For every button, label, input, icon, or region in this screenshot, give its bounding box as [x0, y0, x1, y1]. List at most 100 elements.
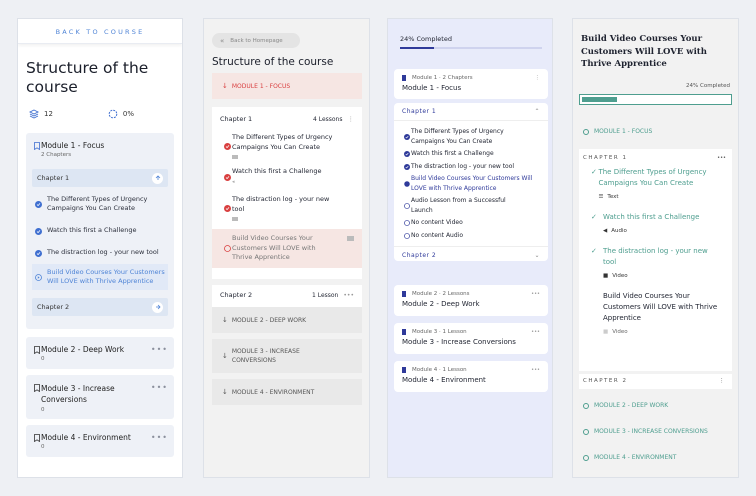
bookmark-icon [402, 75, 406, 81]
lesson-title: The distraction log - your new tool [603, 247, 708, 266]
progress-bar [400, 47, 542, 49]
more-icon[interactable]: ••• [717, 155, 726, 161]
lesson-item[interactable]: ✓ Watch this first a Challenge ◀ Audio [591, 212, 726, 237]
more-icon[interactable]: ••• [531, 291, 540, 297]
module-title: MODULE 1 - FOCUS [594, 128, 653, 135]
layers-icon [28, 109, 40, 119]
lesson-item[interactable]: ✓ The distraction log - your new tool ■ V… [591, 246, 726, 282]
lesson-item[interactable]: The distraction log - your new tool [402, 162, 540, 172]
more-vertical-icon[interactable]: ⋮ [719, 378, 726, 384]
collapse-arrow-icon[interactable] [152, 172, 163, 184]
lesson-item[interactable]: The distraction log - your new tool [222, 195, 354, 221]
more-icon[interactable]: ••• [151, 383, 168, 392]
audio-icon: ◀ [603, 228, 608, 234]
lesson-item[interactable]: Build Video Courses Your Customers Will … [603, 291, 726, 338]
chevron-up-icon[interactable]: ⌃ [534, 108, 540, 115]
module-3-row[interactable]: MODULE 3 - INCREASE CONVERSIONS [583, 428, 708, 435]
module-4-row[interactable]: MODULE 4 - ENVIRONMENT [583, 454, 676, 461]
chapter-label: CHAPTER 2 [583, 378, 628, 384]
chevron-down-icon[interactable]: ⌄ [534, 252, 540, 259]
module-2-row[interactable]: MODULE 2 - DEEP WORK [583, 402, 668, 409]
lesson-item[interactable]: The Different Types of Urgency Campaigns… [34, 195, 166, 213]
more-icon[interactable]: ••• [343, 292, 354, 299]
module-card-1[interactable]: Module 1 - Focus 2 Chapters Chapter 1 Th… [26, 133, 174, 329]
lesson-item[interactable]: The distraction log - your new tool [34, 248, 166, 257]
check-circle-icon [34, 196, 43, 213]
chapter-2-header[interactable]: Chapter 2 1 Lesson ••• [212, 285, 362, 299]
lesson-type: Audio [611, 228, 627, 234]
module-title: Module 3 - Increase Conversions [41, 384, 115, 404]
arrow-down-icon: ↓ [222, 82, 228, 90]
lesson-item[interactable]: Watch this first a Challenge [34, 226, 166, 235]
lesson-item[interactable]: Audio Lesson from a Successful Launch [402, 196, 540, 215]
module-subtitle: Module 2 · 2 Lessons [412, 291, 470, 297]
arrow-down-icon: ↓ [222, 352, 228, 360]
module-title: MODULE 3 - INCREASE CONVERSIONS [231, 348, 300, 364]
chapter-1-header[interactable]: Chapter 1 [32, 169, 168, 187]
chapter-1-header[interactable]: Chapter 1 4 Lessons ⋮ [212, 107, 362, 123]
back-to-course-link[interactable]: BACK TO COURSE [18, 19, 182, 44]
lesson-title: Watch this first a Challenge [47, 226, 137, 234]
lessons-count: 12 [44, 110, 53, 118]
module-card-2[interactable]: Module 2 - Deep Work ••• 0 [26, 337, 174, 369]
lesson-item-active[interactable]: Build Video Courses Your Customers Will … [212, 229, 362, 268]
progress-label: 24% Completed [686, 83, 730, 89]
module-1-row-active[interactable]: ↓ MODULE 1 - FOCUS [212, 73, 362, 99]
back-to-homepage-button[interactable]: « Back to Homepage [212, 33, 300, 48]
bookmark-icon [32, 345, 41, 354]
lesson-title: Watch this first a Challenge [411, 150, 494, 157]
text-icon: ☰ [598, 194, 604, 200]
chapter-2-header[interactable]: Chapter 2 [32, 298, 168, 316]
circle-icon [402, 232, 411, 241]
module-title: MODULE 4 - ENVIRONMENT [594, 454, 677, 461]
more-icon[interactable]: ••• [151, 345, 168, 354]
module-2-row[interactable]: ↓ MODULE 2 - DEEP WORK [212, 307, 362, 333]
page-title: Structure of the course [26, 59, 149, 96]
arrow-right-icon[interactable] [152, 301, 163, 313]
lesson-item[interactable]: Watch this first a Challenge [402, 149, 540, 159]
lesson-item[interactable]: ✓ The Different Types of Urgency Campaig… [591, 167, 726, 203]
lesson-item[interactable]: No content Video [402, 218, 540, 228]
more-icon[interactable]: ••• [151, 433, 168, 442]
more-icon[interactable]: ••• [531, 367, 540, 373]
module-4-card[interactable]: Module 4 · 1 Lesson ••• Module 4 - Envir… [394, 361, 548, 392]
module-subtitle: 2 Chapters [41, 152, 72, 158]
module-3-card[interactable]: Module 3 · 1 Lesson ••• Module 3 - Incre… [394, 323, 548, 354]
lesson-item-active[interactable]: Build Video Courses Your Customers Will … [402, 174, 540, 193]
lesson-title: Audio Lesson from a Successful Launch [411, 197, 506, 214]
circle-icon [402, 197, 411, 215]
module-4-row[interactable]: ↓ MODULE 4 - ENVIRONMENT [212, 379, 362, 405]
module-title: Module 1 - Focus [41, 141, 105, 150]
chapter-1-header[interactable]: CHAPTER 1 ••• [579, 149, 732, 161]
video-icon: ■ [603, 329, 609, 335]
chapter-1-header[interactable]: Chapter 1 ⌃ [402, 108, 540, 115]
module-title: MODULE 2 - DEEP WORK [594, 402, 669, 409]
module-title: MODULE 3 - INCREASE CONVERSIONS [594, 428, 708, 435]
check-circle-icon [402, 163, 411, 172]
module-3-row[interactable]: ↓ MODULE 3 - INCREASE CONVERSIONS [212, 339, 362, 373]
lesson-item[interactable]: The Different Types of Urgency Campaigns… [222, 133, 354, 159]
module-subtitle: Module 1 · 2 Chapters [412, 75, 473, 81]
more-icon[interactable]: ••• [531, 329, 540, 335]
module-1-card[interactable]: Module 1 · 2 Chapters ⋮ Module 1 - Focus [394, 69, 548, 99]
arrow-down-icon: ↓ [222, 388, 228, 396]
module-card-4[interactable]: Module 4 - Environment ••• 0 [26, 425, 174, 457]
more-vertical-icon[interactable]: ⋮ [535, 75, 541, 81]
module-title: MODULE 2 - DEEP WORK [231, 316, 307, 324]
lesson-item[interactable]: The Different Types of Urgency Campaigns… [402, 127, 540, 146]
module-1-row[interactable]: MODULE 1 - FOCUS [583, 128, 652, 135]
module-2-card[interactable]: Module 2 · 2 Lessons ••• Module 2 - Deep… [394, 285, 548, 316]
course-structure-panel-4: Build Video Courses Your Customers Will … [572, 18, 739, 478]
lesson-item[interactable]: No content Audio [402, 231, 540, 241]
module-card-3[interactable]: Module 3 - Increase Conversions ••• 0 [26, 375, 174, 419]
lesson-title: The Different Types of Urgency Campaigns… [411, 128, 504, 145]
module-subtitle: 0 [41, 444, 45, 450]
chapter-2-header[interactable]: Chapter 2 ⌄ [402, 252, 540, 259]
chapter-2-block[interactable]: CHAPTER 2 ⋮ [579, 371, 732, 389]
lesson-item-active[interactable]: Build Video Courses Your Customers Will … [32, 264, 168, 290]
lesson-item[interactable]: Watch this first a Challenge ◂ [222, 167, 354, 187]
module-title: Module 3 - Increase Conversions [402, 338, 516, 346]
checkmark-icon: ✓ [591, 213, 597, 221]
more-vertical-icon[interactable]: ⋮ [348, 115, 355, 123]
lesson-type: Video [612, 273, 628, 279]
